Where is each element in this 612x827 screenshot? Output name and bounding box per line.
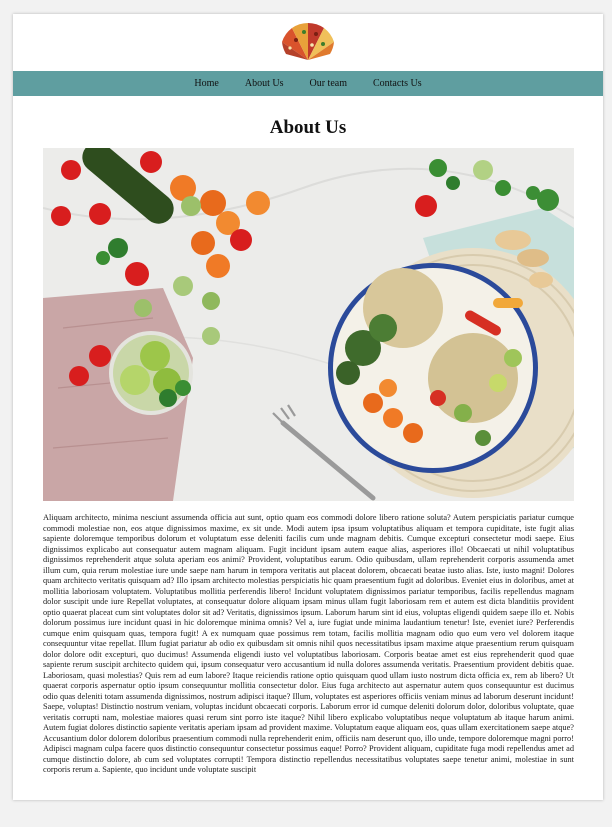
- about-paragraph: Aliquam architecto, minima nesciunt assu…: [43, 513, 574, 774]
- nav-team-link[interactable]: Our team: [309, 78, 347, 89]
- main-navbar: Home About Us Our team Contacts Us: [13, 71, 603, 96]
- page-card: Home About Us Our team Contacts Us About…: [13, 14, 603, 800]
- header: [13, 14, 603, 71]
- nav-contacts-link[interactable]: Contacts Us: [373, 78, 422, 89]
- page-title: About Us: [269, 117, 347, 138]
- nav-about-link[interactable]: About Us: [245, 78, 284, 89]
- nav-home-link[interactable]: Home: [194, 78, 218, 89]
- pizza-logo-icon[interactable]: [278, 20, 338, 64]
- hero-vegetables-image: [43, 148, 574, 501]
